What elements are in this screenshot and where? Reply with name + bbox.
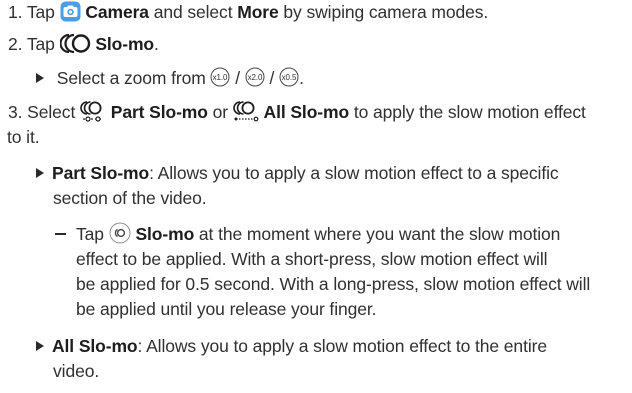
step-3-continued: to it.: [7, 125, 40, 150]
step-text: Select: [27, 102, 76, 122]
bullet-arrow-icon: [36, 341, 44, 351]
slo-mo-record-button-icon: [109, 222, 131, 244]
zoom-2x-text: x2.0: [247, 73, 262, 82]
zoom-half-text: x0.5: [282, 73, 297, 82]
bullet-text: .: [299, 68, 304, 88]
slo-mo-label: Slo-mo: [95, 34, 155, 54]
slo-mo-dash-item-continued: effect to be applied. With a short-press…: [76, 247, 548, 272]
slo-mo-dash-item: Tap Slo-mo at the moment where you want …: [55, 222, 560, 247]
dash-text: Tap: [76, 224, 104, 244]
bullet-text: : Allows you to apply a slow motion effe…: [149, 163, 559, 183]
bullet-text: : Allows you to apply a slow motion effe…: [137, 336, 548, 356]
step-text: .: [154, 34, 159, 54]
zoom-separator: /: [235, 68, 241, 88]
zoom-1x-icon: x1.0: [210, 67, 230, 87]
step-text: Tap: [26, 2, 55, 22]
all-slo-mo-bullet: All Slo-mo: Allows you to apply a slow m…: [36, 334, 547, 359]
step-text: Tap: [26, 34, 55, 54]
step-text: and select: [153, 2, 233, 22]
bullet-term: All Slo-mo: [52, 336, 138, 356]
bullet-text: video.: [53, 361, 100, 381]
step-text: or: [212, 102, 228, 122]
dash-text: be applied for 0.5 second. With a long-p…: [76, 274, 591, 294]
step-text: to apply the slow motion effect: [353, 102, 586, 122]
all-slo-mo-icon: [232, 100, 259, 122]
bullet-term: Part Slo-mo: [52, 163, 150, 183]
dash-text: be applied until you release your finger…: [76, 299, 377, 319]
step-number: 1.: [8, 2, 23, 22]
camera-app-icon: [60, 1, 81, 22]
bullet-text: section of the video.: [53, 188, 207, 208]
dash-text: at the moment where you want the slow mo…: [198, 224, 561, 244]
step-text: by swiping camera modes.: [283, 2, 489, 22]
step-number: 2.: [8, 34, 23, 54]
slo-mo-dash-item-continued: be applied until you release your finger…: [76, 297, 377, 322]
zoom-1x-text: x1.0: [213, 73, 228, 82]
slo-mo-label: Slo-mo: [135, 224, 195, 244]
bullet-arrow-icon: [36, 73, 44, 83]
zoom-2x-icon: x2.0: [245, 67, 265, 87]
zoom-half-icon: x0.5: [279, 67, 299, 87]
instruction-page: 1. Tap Camera and select More by swiping…: [0, 0, 632, 393]
step-2: 2. Tap Slo-mo.: [0, 32, 159, 57]
all-slo-mo-label: All Slo-mo: [263, 102, 350, 122]
all-slo-mo-bullet-continued: video.: [53, 359, 99, 384]
bullet-arrow-icon: [36, 168, 44, 178]
step-3: 3. Select Part Slo-mo or All Slo-mo to a…: [0, 100, 586, 125]
step-1: 1. Tap Camera and select More by swiping…: [0, 0, 488, 25]
dash-text: effect to be applied. With a short-press…: [76, 249, 548, 269]
part-slo-mo-bullet: Part Slo-mo: Allows you to apply a slow …: [36, 161, 559, 186]
part-slo-mo-label: Part Slo-mo: [110, 102, 208, 122]
dash-marker: [55, 233, 66, 235]
part-slo-mo-icon: [80, 100, 106, 122]
slo-mo-mode-icon: [59, 33, 91, 54]
step-number: 3.: [8, 102, 23, 122]
camera-label: Camera: [85, 2, 149, 22]
slo-mo-dash-item-continued: be applied for 0.5 second. With a long-p…: [76, 272, 590, 297]
part-slo-mo-bullet-continued: section of the video.: [53, 186, 207, 211]
bullet-text: Select a zoom from: [56, 68, 206, 88]
zoom-bullet: Select a zoom from x1.0 / x2.0 / x0.5 .: [36, 66, 304, 91]
step-text: to it.: [7, 127, 40, 147]
more-label: More: [237, 2, 279, 22]
zoom-separator: /: [269, 68, 275, 88]
